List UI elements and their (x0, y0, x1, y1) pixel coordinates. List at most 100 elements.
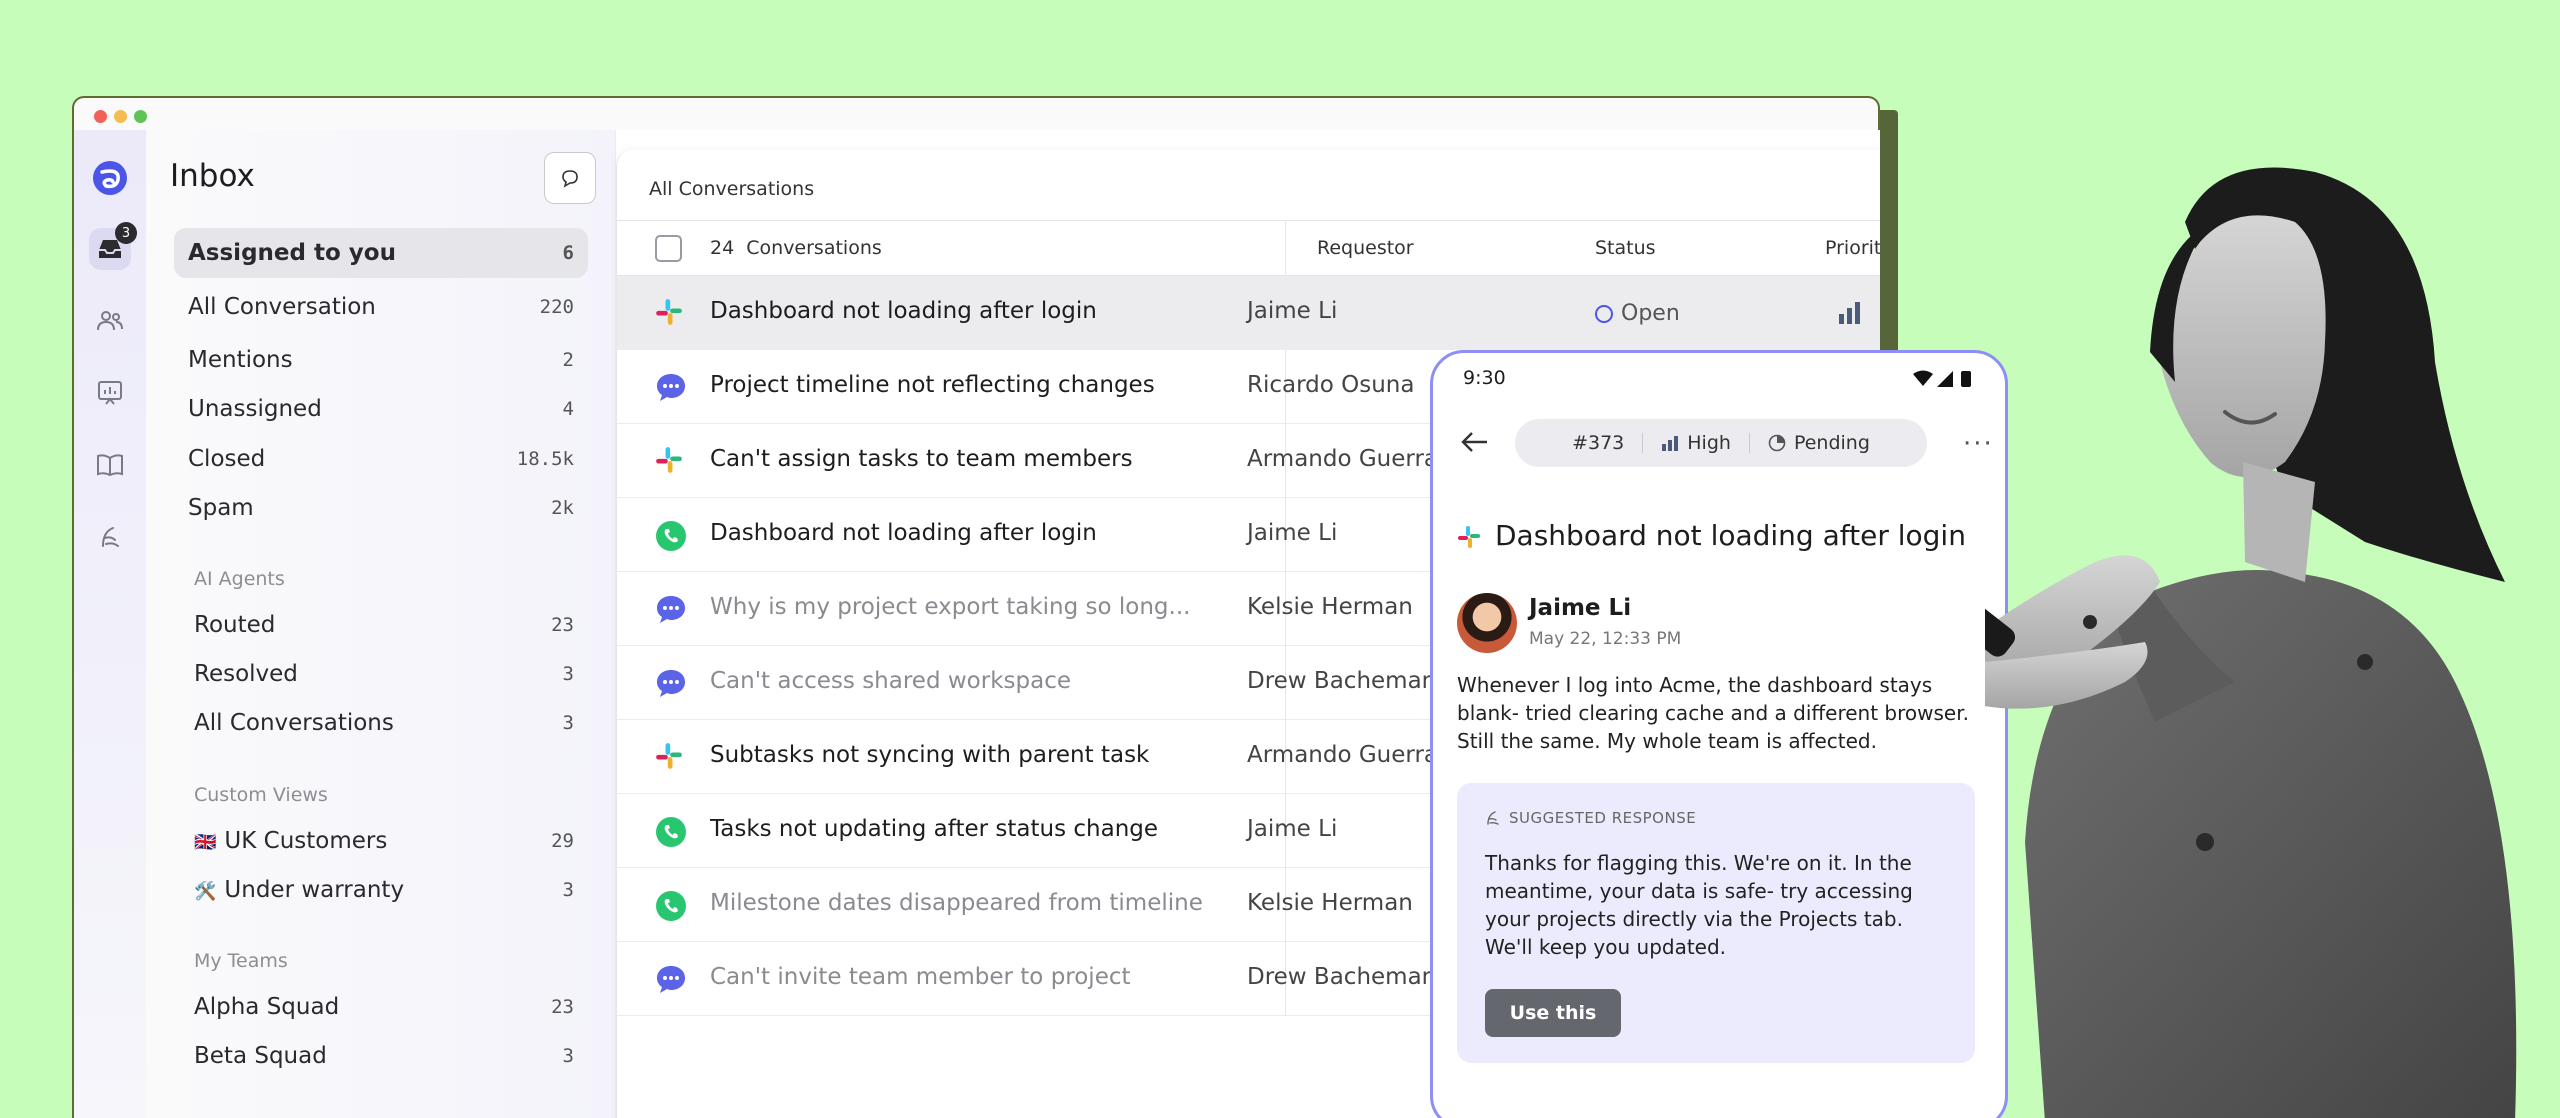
requestor-name: Ricardo Osuna (1247, 372, 1415, 398)
chat-bubble-icon (655, 964, 685, 994)
sidebar-item-routed[interactable]: Routed 23 (180, 600, 588, 650)
sidebar-item-label: Mentions (188, 347, 293, 373)
sidebar-item-under-warranty[interactable]: 🛠️ Under warranty 3 (180, 865, 588, 915)
message-date: May 22, 12:33 PM (1529, 629, 1682, 649)
priority-high-icon[interactable] (1837, 300, 1863, 330)
slack-icon (655, 742, 685, 772)
sidebar-item-label: All Conversation (188, 294, 376, 320)
close-dot[interactable] (94, 110, 107, 123)
reports-icon[interactable] (89, 372, 131, 414)
maximize-dot[interactable] (134, 110, 147, 123)
sidebar-item-label: Resolved (194, 661, 298, 687)
inbox-badge: 3 (115, 222, 137, 244)
whatsapp-icon (655, 816, 686, 847)
sidebar-item-count: 23 (551, 614, 574, 636)
sidebar-item-spam[interactable]: Spam 2k (174, 483, 588, 533)
knowledge-book-icon[interactable] (89, 444, 131, 486)
sidebar-item-alpha-squad[interactable]: Alpha Squad 23 (180, 982, 588, 1032)
sidebar-item-ai-all-conversations[interactable]: All Conversations 3 (180, 698, 588, 748)
view-label: Under warranty (224, 877, 405, 903)
priority-badge[interactable]: High (1661, 432, 1731, 454)
requestor-name: Jaime Li (1247, 298, 1338, 324)
mobile-phone: 9:30 #373 High Pending ··· Dashboard not… (1430, 350, 2008, 1118)
sidebar-item-label: Beta Squad (194, 1043, 327, 1069)
sidebar-item-label: Unassigned (188, 396, 322, 422)
icon-rail: 3 (74, 130, 146, 1118)
slack-icon (655, 446, 685, 476)
use-this-button[interactable]: Use this (1485, 989, 1621, 1037)
sidebar-item-mentions[interactable]: Mentions 2 (174, 335, 588, 385)
phone-status-icons (1913, 369, 1975, 393)
suggested-text: Thanks for flagging this. We're on it. I… (1485, 851, 1913, 959)
users-icon[interactable] (89, 300, 131, 342)
sidebar-item-assigned[interactable]: Assigned to you 6 (174, 228, 588, 278)
sidebar-item-closed[interactable]: Closed 18.5k (174, 434, 588, 484)
select-all-checkbox[interactable] (655, 235, 682, 262)
conversation-row[interactable]: Dashboard not loading after login Jaime L… (617, 276, 1880, 350)
priority-bars-icon (1662, 436, 1679, 451)
whatsapp-icon (655, 890, 686, 921)
flag-icon: 🇬🇧 (194, 832, 217, 853)
new-conversation-button[interactable] (544, 152, 596, 204)
suggested-response-card: SUGGESTED RESPONSE Thanks for flagging t… (1457, 783, 1975, 1063)
sidebar-item-label: Routed (194, 612, 276, 638)
ai-agent-icon[interactable] (89, 516, 131, 558)
conversation-subject: Dashboard not loading after login (710, 520, 1097, 546)
my-teams-heading: My Teams (194, 950, 288, 972)
slack-icon (1457, 525, 1481, 553)
minimize-dot[interactable] (114, 110, 127, 123)
sidebar-item-count: 3 (562, 712, 574, 734)
sidebar-item-resolved[interactable]: Resolved 3 (180, 649, 588, 699)
requestor-name: Drew Bacheman (1247, 964, 1437, 990)
view-label: UK Customers (224, 828, 388, 854)
conversation-subject: Can't invite team member to project (710, 964, 1131, 990)
sidebar-item-all-conversation[interactable]: All Conversation 220 (174, 282, 588, 332)
chat-bubble-icon (655, 668, 685, 698)
slack-icon (655, 298, 685, 328)
sidebar-item-count: 220 (539, 296, 574, 318)
sidebar-item-label: 🛠️ Under warranty (194, 877, 404, 903)
ai-agent-icon (1487, 811, 1499, 825)
ai-agents-heading: AI Agents (194, 568, 285, 590)
sidebar-item-beta-squad[interactable]: Beta Squad 3 (180, 1031, 588, 1081)
requestor-name: Armando Guerra (1247, 446, 1438, 472)
column-status[interactable]: Status (1595, 237, 1656, 259)
status-label: Open (1621, 301, 1680, 326)
column-priority[interactable]: Priority (1825, 237, 1880, 259)
suggested-heading-row: SUGGESTED RESPONSE (1485, 809, 1696, 827)
sidebar-item-count: 23 (551, 996, 574, 1018)
status-badge[interactable]: Pending (1768, 432, 1870, 454)
conversation-subject: Can't assign tasks to team members (710, 446, 1133, 472)
sidebar-item-label: Alpha Squad (194, 994, 340, 1020)
ticket-id: #373 (1572, 432, 1625, 454)
sidebar-item-count: 29 (551, 830, 574, 852)
sidebar-item-count: 18.5k (516, 448, 574, 470)
avatar (1457, 593, 1517, 653)
chat-bubble-icon (655, 372, 685, 402)
conversation-subject: Tasks not updating after status change (710, 816, 1159, 842)
sidebar-item-label: Assigned to you (188, 240, 396, 266)
requestor-name: Jaime Li (1247, 816, 1338, 842)
sidebar-item-count: 4 (562, 398, 574, 420)
inbox-nav-icon[interactable]: 3 (89, 222, 137, 270)
list-header: 24 Conversations Requestor Status Priori… (617, 220, 1880, 276)
sidebar-item-unassigned[interactable]: Unassigned 4 (174, 384, 588, 434)
sidebar-item-count: 6 (562, 242, 574, 264)
window-titlebar (72, 96, 1880, 133)
view-title: All Conversations (649, 178, 815, 200)
requestor-name: Drew Bacheman (1247, 668, 1437, 694)
app-logo[interactable] (92, 160, 128, 196)
sidebar-item-uk-customers[interactable]: 🇬🇧 UK Customers 29 (180, 816, 588, 866)
column-requestor[interactable]: Requestor (1317, 237, 1414, 259)
sender-name: Jaime Li (1529, 595, 1632, 621)
sidebar-item-count: 2k (551, 497, 574, 519)
conversation-subject: Dashboard not loading after login (710, 298, 1097, 324)
conversation-subject: Project timeline not reflecting changes (710, 372, 1155, 398)
message-body: Whenever I log into Acme, the dashboard … (1457, 673, 1969, 753)
back-arrow-icon[interactable] (1461, 431, 1489, 457)
conversation-count: 24 Conversations (710, 237, 882, 259)
open-circle-icon (1595, 304, 1613, 323)
custom-views-heading: Custom Views (194, 784, 328, 806)
status-open[interactable]: Open (1595, 301, 1680, 326)
sidebar-title: Inbox (170, 158, 255, 194)
